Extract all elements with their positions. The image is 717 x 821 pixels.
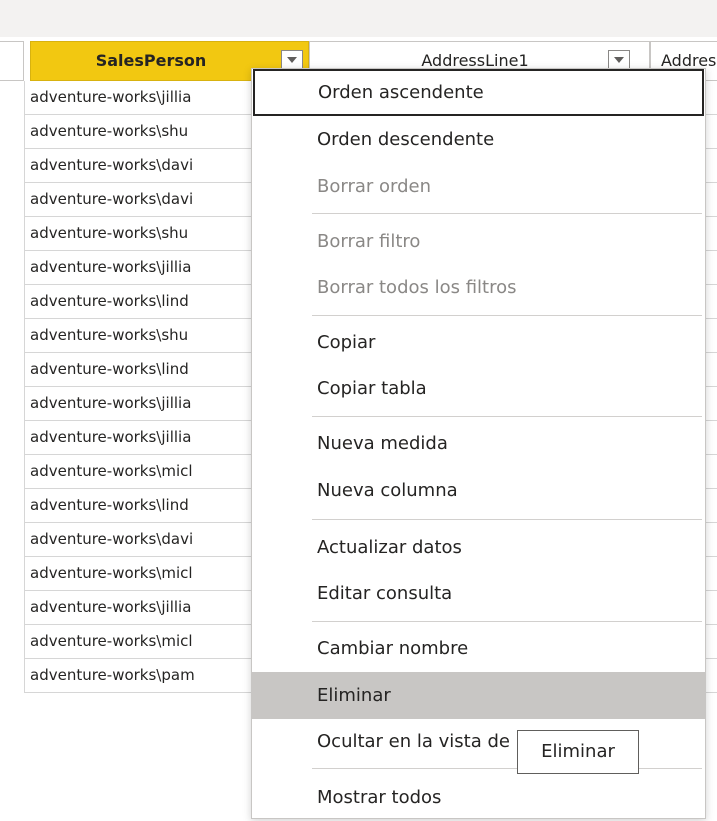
table-cell-salesperson[interactable]: adventure-works\jillia — [30, 387, 260, 420]
menu-item-editar-consulta[interactable]: Editar consulta — [252, 570, 705, 617]
menu-item-copiar[interactable]: Copiar — [252, 319, 705, 366]
menu-item-orden-descendente[interactable]: Orden descendente — [252, 116, 705, 163]
menu-item-borrar-todos-los-filtros[interactable]: Borrar todos los filtros — [252, 264, 705, 311]
table-cell-salesperson[interactable]: adventure-works\micl — [30, 557, 260, 590]
table-cell-salesperson[interactable]: adventure-works\shu — [30, 115, 260, 148]
menu-item-nueva-medida[interactable]: Nueva medida — [252, 420, 705, 467]
table-cell-salesperson[interactable]: adventure-works\lind — [30, 285, 260, 318]
table-cell-salesperson[interactable]: adventure-works\shu — [30, 319, 260, 352]
table-cell-salesperson[interactable]: adventure-works\davi — [30, 149, 260, 182]
tooltip: Eliminar — [517, 730, 639, 774]
table-cell-salesperson[interactable]: adventure-works\lind — [30, 353, 260, 386]
menu-separator — [312, 213, 702, 214]
chevron-down-icon[interactable] — [281, 50, 303, 70]
menu-item-cambiar-nombre[interactable]: Cambiar nombre — [252, 625, 705, 672]
menu-separator — [312, 621, 702, 622]
menu-item-borrar-orden[interactable]: Borrar orden — [252, 163, 705, 210]
menu-separator — [312, 416, 702, 417]
table-cell-salesperson[interactable]: adventure-works\jillia — [30, 421, 260, 454]
menu-separator — [312, 315, 702, 316]
menu-separator — [312, 519, 702, 520]
menu-item-eliminar[interactable]: Eliminar — [252, 672, 705, 719]
menu-item-borrar-filtro[interactable]: Borrar filtro — [252, 218, 705, 265]
menu-item-actualizar-datos[interactable]: Actualizar datos — [252, 524, 705, 571]
menu-item-mostrar-todos[interactable]: Mostrar todos — [252, 774, 705, 821]
menu-separator — [312, 768, 702, 769]
table-cell-salesperson[interactable]: adventure-works\micl — [30, 455, 260, 488]
menu-item-copiar-tabla[interactable]: Copiar tabla — [252, 365, 705, 412]
menu-item-orden-ascendente[interactable]: Orden ascendente — [253, 69, 704, 116]
table-cell-salesperson[interactable]: adventure-works\jillia — [30, 591, 260, 624]
table-cell-salesperson[interactable]: adventure-works\davi — [30, 183, 260, 216]
context-menu: Orden ascendente Orden descendente Borra… — [251, 68, 706, 819]
column-header-label: SalesPerson — [95, 51, 207, 70]
column-header-previous[interactable] — [0, 41, 24, 81]
table-cell-salesperson[interactable]: adventure-works\shu — [30, 217, 260, 250]
table-cell-salesperson[interactable]: adventure-works\jillia — [30, 251, 260, 284]
table-cell-salesperson[interactable]: adventure-works\lind — [30, 489, 260, 522]
table-cell-salesperson[interactable]: adventure-works\micl — [30, 625, 260, 658]
table-cell-salesperson[interactable]: adventure-works\pam — [30, 659, 260, 692]
table-cell-salesperson[interactable]: adventure-works\davi — [30, 523, 260, 556]
chevron-down-icon[interactable] — [608, 50, 630, 70]
menu-item-nueva-columna[interactable]: Nueva columna — [252, 467, 705, 514]
top-bar — [0, 0, 717, 37]
table-cell-salesperson[interactable]: adventure-works\jillia — [30, 81, 260, 114]
